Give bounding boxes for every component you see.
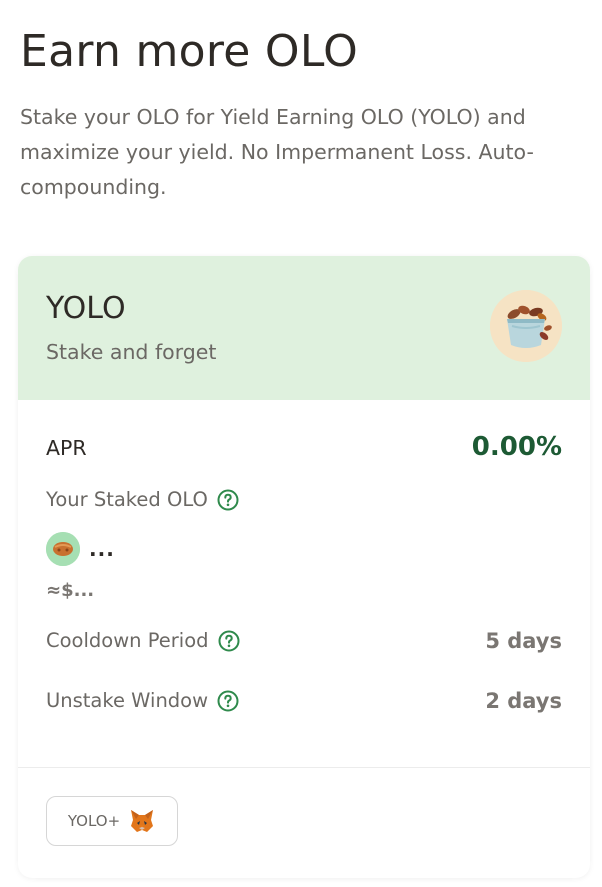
card-subtitle: Stake and forget xyxy=(46,340,217,364)
metamask-fox-icon xyxy=(128,807,156,835)
staked-olo-label: Your Staked OLO xyxy=(46,488,239,511)
staked-usd-value: ≈$... xyxy=(46,580,95,601)
help-icon[interactable] xyxy=(218,630,240,652)
apr-value: 0.00% xyxy=(471,432,562,462)
olo-token-icon xyxy=(46,532,80,566)
staked-olo-label-text: Your Staked OLO xyxy=(46,488,208,511)
add-token-label: YOLO+ xyxy=(67,812,121,830)
staked-amount: ... xyxy=(89,537,115,561)
card-divider xyxy=(18,767,590,768)
add-yolo-to-wallet-button[interactable]: YOLO+ xyxy=(46,796,178,846)
unstake-window-label-text: Unstake Window xyxy=(46,689,209,712)
page-title: Earn more OLO xyxy=(20,26,359,77)
cooldown-period-label: Cooldown Period xyxy=(46,629,240,652)
cooldown-period-value: 5 days xyxy=(485,629,562,653)
cooldown-period-label-text: Cooldown Period xyxy=(46,629,209,652)
apr-label: APR xyxy=(46,436,87,460)
card-header: YOLO Stake and forget xyxy=(18,256,590,400)
page-description: Stake your OLO for Yield Earning OLO (YO… xyxy=(20,105,534,199)
help-icon[interactable] xyxy=(217,489,239,511)
staked-amount-row: ... xyxy=(46,532,115,566)
olo-bucket-icon xyxy=(490,290,562,362)
help-icon[interactable] xyxy=(217,690,239,712)
card-title: YOLO xyxy=(46,291,126,326)
unstake-window-label: Unstake Window xyxy=(46,689,239,712)
unstake-window-value: 2 days xyxy=(485,689,562,713)
staking-card: YOLO Stake and forget APR 0.00% Your Sta… xyxy=(18,256,590,878)
